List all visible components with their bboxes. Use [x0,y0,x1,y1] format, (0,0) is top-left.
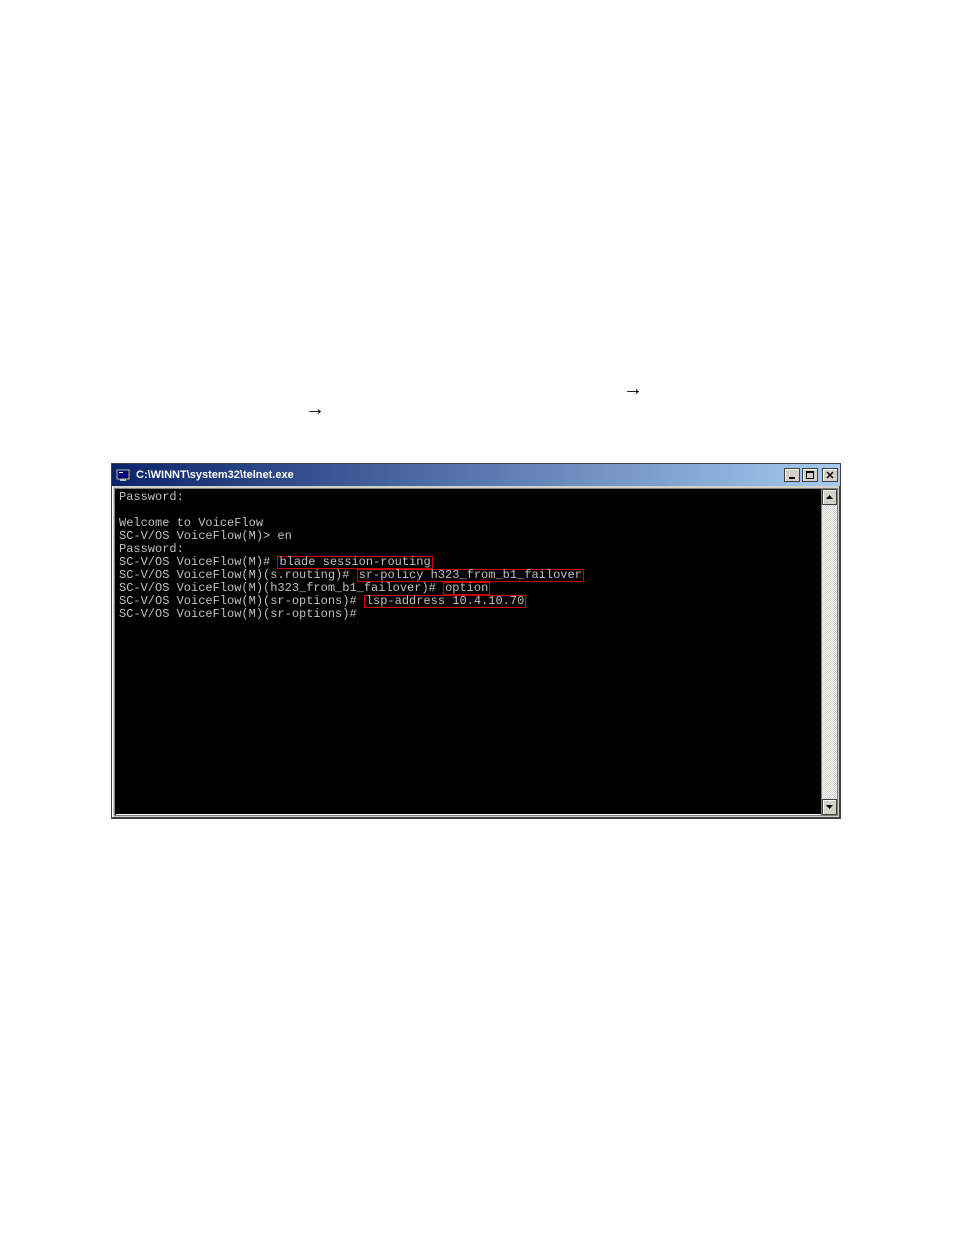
window-titlebar[interactable]: C:\WINNT\system32\telnet.exe [112,464,840,486]
window-controls [784,468,838,482]
telnet-window: C:\WINNT\system32\telnet.exe Password: We… [111,463,841,819]
vertical-scrollbar[interactable] [821,489,837,815]
minimize-button[interactable] [784,468,800,482]
scroll-up-button[interactable] [822,489,837,505]
terminal-text: SC-V/OS VoiceFlow(M)(s.routing)# [119,568,357,582]
terminal-text: SC-V/OS VoiceFlow(M)(sr-options)# [119,594,364,608]
arrow-glyph: → [305,398,325,421]
terminal-line: Password: [119,491,819,504]
terminal-text: SC-V/OS VoiceFlow(M)> en [119,529,292,543]
arrow-glyph: → [623,378,643,401]
terminal-text: SC-V/OS VoiceFlow(M)# [119,555,277,569]
scroll-down-button[interactable] [822,799,837,815]
document-page: → → C:\WINNT\system32\telnet.exe [0,0,954,1235]
telnet-icon [116,467,132,483]
terminal-text: Welcome to VoiceFlow [119,516,263,530]
highlighted-command: lsp-address 10.4.10.70 [364,595,526,608]
terminal-client-area: Password:Welcome to VoiceFlowSC-V/OS Voi… [114,488,838,816]
close-button[interactable] [822,468,838,482]
terminal-text: SC-V/OS VoiceFlow(M)(h323_from_b1_failov… [119,581,443,595]
terminal-output[interactable]: Password:Welcome to VoiceFlowSC-V/OS Voi… [119,491,819,621]
maximize-button[interactable] [802,468,818,482]
terminal-line: SC-V/OS VoiceFlow(M)(sr-options)# [119,608,819,621]
terminal-line: SC-V/OS VoiceFlow(M)> en [119,530,819,543]
scrollbar-track[interactable] [822,505,837,799]
terminal-text: Password: [119,490,184,504]
terminal-text: SC-V/OS VoiceFlow(M)(sr-options)# [119,607,357,621]
window-title: C:\WINNT\system32\telnet.exe [136,469,784,481]
terminal-text: Password: [119,542,184,556]
